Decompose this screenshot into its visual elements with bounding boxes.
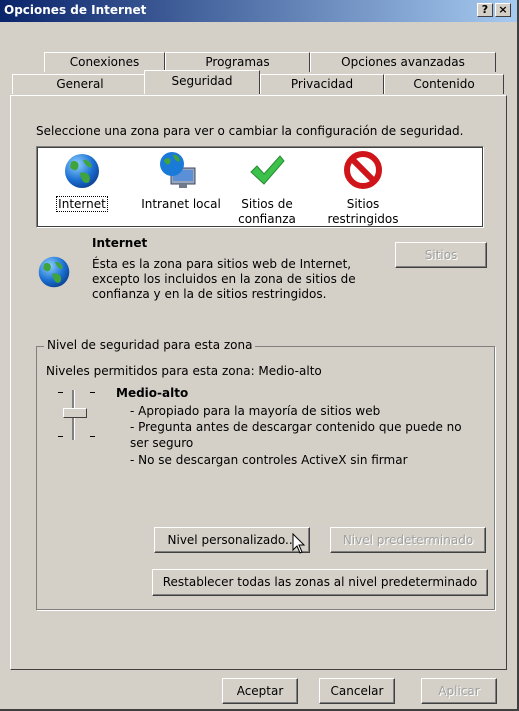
sites-button[interactable]: Sitios bbox=[395, 242, 487, 268]
tab-opciones-avanzadas[interactable]: Opciones avanzadas bbox=[310, 52, 496, 72]
reset-all-zones-button[interactable]: Restablecer todas las zonas al nivel pre… bbox=[152, 569, 488, 596]
level-detail-3: ser seguro bbox=[130, 436, 194, 450]
security-level-name: Medio-alto bbox=[116, 386, 189, 400]
tab-contenido[interactable]: Contenido bbox=[384, 74, 504, 94]
level-detail-4: - No se descargan controles ActiveX sin … bbox=[130, 453, 408, 467]
tab-conexiones[interactable]: Conexiones bbox=[44, 52, 165, 72]
slider-thumb[interactable] bbox=[63, 408, 87, 418]
mouse-cursor-icon bbox=[292, 533, 306, 554]
level-detail-2: - Pregunta antes de descargar contenido … bbox=[130, 420, 462, 434]
zone-sitios-confianza[interactable]: Sitios de confianza bbox=[232, 147, 302, 226]
ok-button[interactable]: Aceptar bbox=[222, 678, 298, 704]
zone-desc-line-3: confianza y en la de sitios restringidos… bbox=[92, 287, 327, 301]
internet-options-window: Opciones de Internet ? × Conexiones Prog… bbox=[0, 0, 519, 711]
help-button[interactable]: ? bbox=[477, 3, 493, 17]
level-detail-1: - Apropiado para la mayoría de sitios we… bbox=[130, 404, 381, 418]
zone-trusted-label-1: Sitios de bbox=[241, 197, 293, 211]
tab-privacidad[interactable]: Privacidad bbox=[260, 74, 384, 94]
selected-zone-globe-icon bbox=[38, 256, 70, 288]
apply-button[interactable]: Aplicar bbox=[421, 678, 497, 704]
security-level-group-label: Nivel de seguridad para esta zona bbox=[44, 338, 256, 352]
zone-list[interactable]: Internet Intranet local Sitios de confia… bbox=[36, 146, 484, 228]
window-title: Opciones de Internet bbox=[4, 3, 147, 17]
custom-level-label: Nivel personalizado... bbox=[167, 533, 297, 547]
tab-general[interactable]: General bbox=[12, 74, 148, 94]
zone-intranet-label: Intranet local bbox=[141, 197, 221, 211]
allowed-levels-text: Niveles permitidos para esta zona: Medio… bbox=[46, 364, 322, 378]
checkmark-icon bbox=[250, 155, 285, 185]
selected-zone-title: Internet bbox=[92, 236, 148, 250]
zone-intranet-local[interactable]: Intranet local bbox=[135, 147, 227, 225]
zone-restricted-label-1: Sitios bbox=[346, 197, 380, 211]
zone-internet-label: Internet bbox=[56, 196, 108, 212]
zone-sitios-restringidos[interactable]: Sitios restringidos bbox=[325, 147, 401, 226]
zone-desc-line-1: Ésta es la zona para sitios web de Inter… bbox=[92, 257, 352, 271]
globe-icon bbox=[65, 154, 99, 188]
cancel-button[interactable]: Cancelar bbox=[319, 678, 395, 704]
zone-instruction: Seleccione una zona para ver o cambiar l… bbox=[36, 124, 464, 138]
zone-internet[interactable]: Internet bbox=[51, 147, 113, 225]
tab-seguridad[interactable]: Seguridad bbox=[144, 70, 260, 94]
default-level-button[interactable]: Nivel predeterminado bbox=[330, 527, 486, 553]
title-bar[interactable]: Opciones de Internet ? × bbox=[0, 0, 517, 22]
close-button[interactable]: × bbox=[495, 3, 511, 17]
intranet-globe-icon bbox=[160, 152, 196, 188]
zone-trusted-label-2: confianza bbox=[238, 212, 296, 226]
zone-restricted-label-2: restringidos bbox=[327, 212, 399, 226]
tab-programas[interactable]: Programas bbox=[165, 52, 310, 72]
custom-level-button[interactable]: Nivel personalizado... bbox=[154, 527, 310, 553]
zone-desc-line-2: excepto los incluidos en la zona de siti… bbox=[92, 272, 356, 286]
restricted-icon bbox=[344, 151, 382, 189]
security-level-slider[interactable] bbox=[52, 386, 102, 444]
